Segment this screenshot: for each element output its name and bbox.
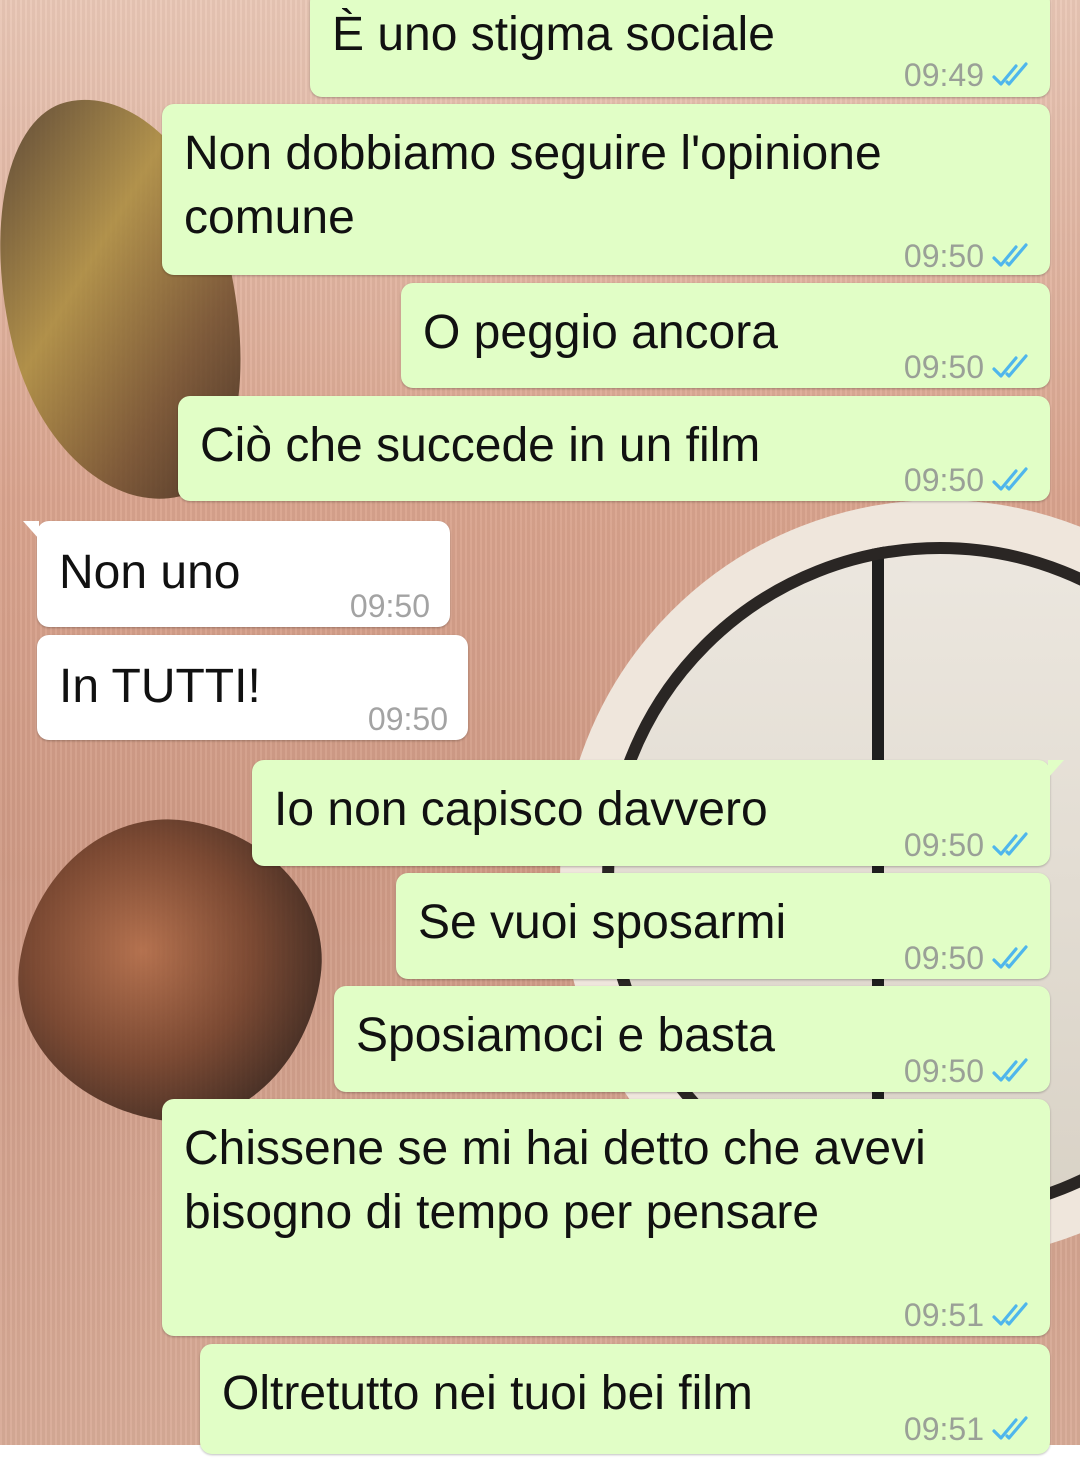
message-text: È uno stigma sociale	[332, 8, 775, 61]
message-text: Oltretutto nei tuoi bei film	[222, 1367, 753, 1420]
message-time: 09:50	[367, 701, 448, 737]
outgoing-message[interactable]: Oltretutto nei tuoi bei film 09:51	[200, 1344, 1050, 1454]
message-text: O peggio ancora	[423, 306, 778, 359]
message-text: Non uno	[59, 546, 241, 599]
message-text: Io non capisco davvero	[274, 783, 768, 836]
double-check-icon	[992, 354, 1028, 378]
outgoing-message[interactable]: Ciò che succede in un film 09:50	[178, 396, 1050, 501]
double-check-icon	[992, 945, 1028, 969]
message-time: 09:51	[903, 1297, 984, 1333]
message-time: 09:50	[903, 827, 984, 863]
message-time: 09:49	[903, 57, 984, 93]
message-time: 09:51	[903, 1411, 984, 1447]
message-meta: 09:50	[904, 813, 1032, 877]
message-meta: 09:51	[904, 1283, 1032, 1347]
outgoing-message[interactable]: Se vuoi sposarmi 09:50	[396, 873, 1050, 979]
outgoing-message[interactable]: Chissene se mi hai detto che avevi bisog…	[162, 1099, 1050, 1336]
message-list[interactable]: È uno stigma sociale 09:49 Non dobbiamo …	[0, 0, 1080, 1454]
message-time: 09:50	[903, 238, 984, 274]
double-check-icon	[992, 467, 1028, 491]
outgoing-message[interactable]: È uno stigma sociale 09:49	[310, 0, 1050, 97]
double-check-icon	[992, 1302, 1028, 1326]
outgoing-message[interactable]: Non dobbiamo seguire l'opinione comune 0…	[162, 104, 1050, 275]
message-meta: 09:50	[368, 687, 448, 751]
bubble-tail	[23, 521, 39, 539]
incoming-message[interactable]: Non uno 09:50	[23, 521, 450, 627]
incoming-message[interactable]: In TUTTI! 09:50	[37, 635, 468, 740]
outgoing-message[interactable]: O peggio ancora 09:50	[401, 283, 1050, 388]
message-meta: 09:50	[904, 335, 1032, 399]
message-time: 09:50	[903, 349, 984, 385]
message-time: 09:50	[903, 940, 984, 976]
message-text: Se vuoi sposarmi	[418, 896, 787, 949]
message-text: Non dobbiamo seguire l'opinione comune	[184, 127, 882, 244]
message-time: 09:50	[349, 588, 430, 624]
message-time: 09:50	[903, 1053, 984, 1089]
double-check-icon	[992, 832, 1028, 856]
double-check-icon	[992, 243, 1028, 267]
message-meta: 09:51	[904, 1397, 1032, 1461]
message-time: 09:50	[903, 462, 984, 498]
outgoing-message[interactable]: Io non capisco davvero 09:50	[252, 760, 1064, 866]
double-check-icon	[992, 1058, 1028, 1082]
message-meta: 09:50	[350, 574, 430, 638]
double-check-icon	[992, 1416, 1028, 1440]
message-text: Ciò che succede in un film	[200, 419, 761, 472]
message-text: Sposiamoci e basta	[356, 1009, 775, 1062]
message-meta: 09:50	[904, 926, 1032, 990]
message-meta: 09:50	[904, 1039, 1032, 1103]
message-text: In TUTTI!	[59, 660, 261, 713]
message-text: Chissene se mi hai detto che avevi bisog…	[184, 1122, 926, 1239]
double-check-icon	[992, 62, 1028, 86]
bubble-tail	[1048, 760, 1064, 778]
outgoing-message[interactable]: Sposiamoci e basta 09:50	[334, 986, 1050, 1092]
message-meta: 09:49	[904, 43, 1032, 107]
message-meta: 09:50	[904, 224, 1032, 288]
message-meta: 09:50	[904, 448, 1032, 512]
